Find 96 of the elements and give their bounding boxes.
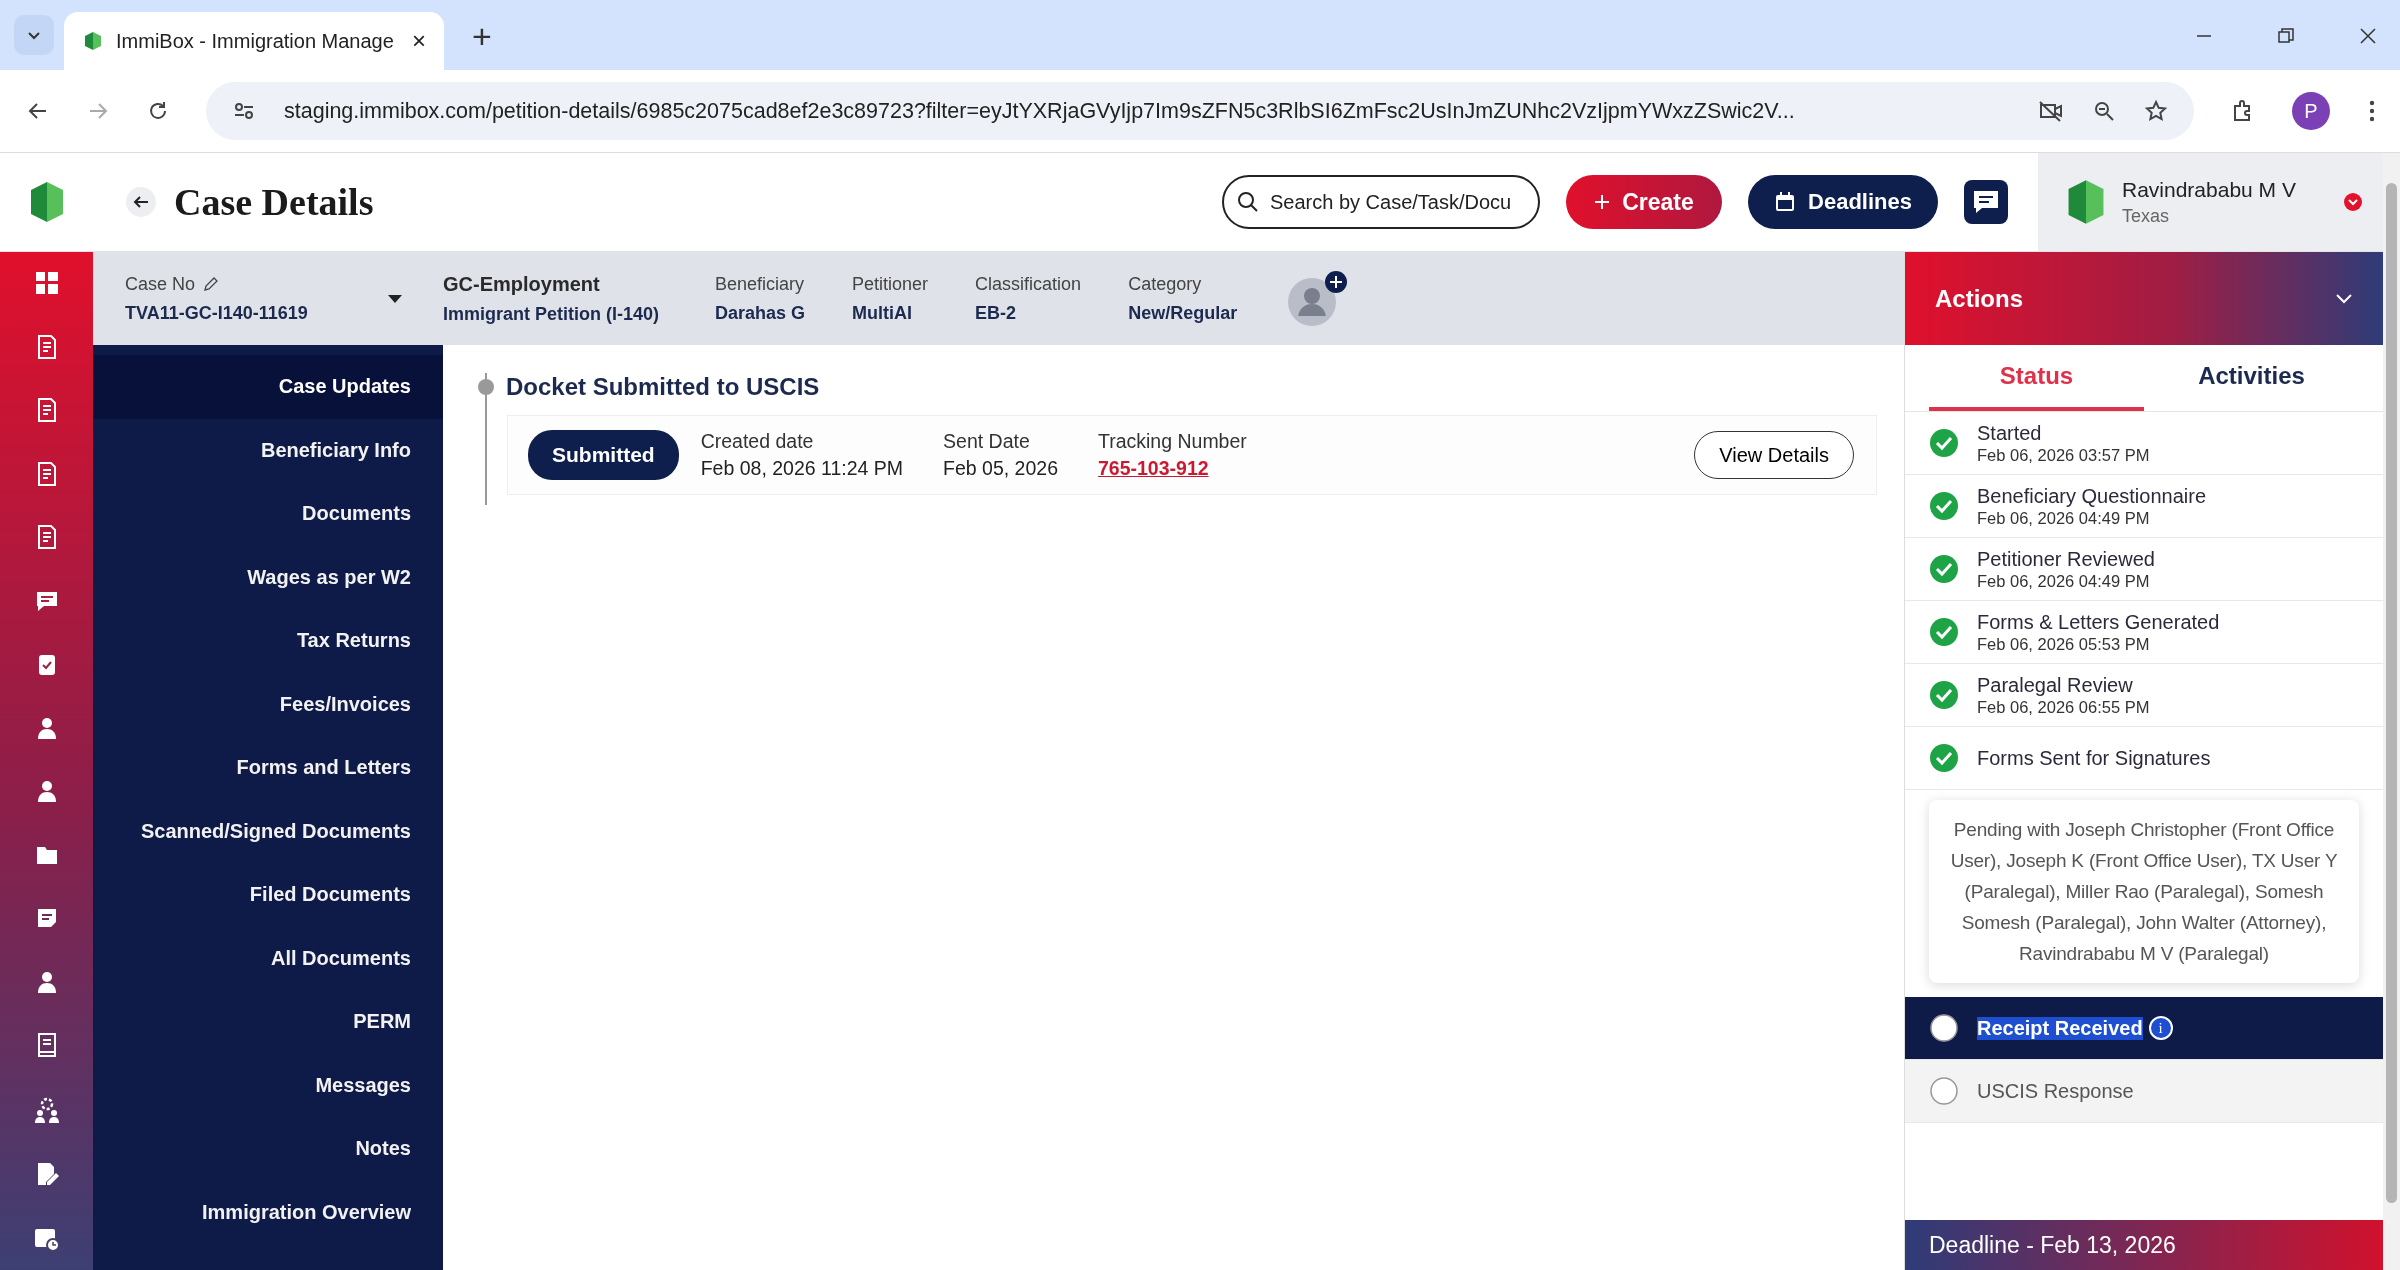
new-tab-button[interactable]: + (472, 17, 492, 56)
sent-date: Feb 05, 2026 (943, 457, 1058, 480)
sent-label: Sent Date (943, 430, 1031, 453)
calendar-icon (1774, 191, 1797, 213)
tracking-link[interactable]: 765-103-912 (1098, 457, 1247, 480)
browser-tab[interactable]: ImmiBox - Immigration Manage × (64, 12, 444, 70)
grid-icon[interactable] (33, 270, 60, 296)
status-label: USCIS Response (1977, 1079, 2134, 1103)
status-row[interactable]: Petitioner Reviewed Feb 06, 2026 04:49 PM (1905, 538, 2383, 601)
zoom-icon[interactable] (2092, 99, 2116, 123)
status-date: Feb 06, 2026 04:49 PM (1977, 571, 2151, 591)
search-field[interactable]: Search by Case/Task/Docu (1222, 175, 1540, 229)
field-label: Category (1128, 273, 1203, 295)
selected-status-row[interactable]: Receipt Received i (1905, 997, 2383, 1060)
case-no-label: Case No (125, 273, 196, 295)
field-label: Classification (975, 273, 1082, 295)
status-row[interactable]: USCIS Response (1905, 1060, 2383, 1123)
page-title: Case Details (174, 180, 374, 224)
status-label: Beneficiary Questionnaire (1977, 484, 2206, 508)
status-label: Forms Sent for Signatures (1977, 746, 2211, 770)
search-icon (1236, 190, 1260, 214)
panel-tab[interactable]: Status (1929, 345, 2144, 411)
status-label: Paralegal Review (1977, 673, 2133, 697)
tooltip: Pending with Joseph Christopher (Front Office User), Joseph K (Front Office User), TX User Y (Paralegal), Miller Rao (Paralegal), Somesh Somesh (Paralegal), John Walter (Attorney), Ravindrababu M V (Paralegal) (1929, 800, 2359, 983)
case-type: GC-Employment (443, 272, 601, 296)
pencil-icon[interactable] (203, 276, 220, 292)
status-date: Feb 06, 2026 06:55 PM (1977, 697, 2150, 717)
deadlines-button[interactable]: Deadlines (1748, 175, 1938, 229)
status-row[interactable]: Forms Sent for Signatures (1905, 727, 2383, 790)
profile-avatar[interactable]: P (2292, 92, 2330, 130)
deadline-bar: Deadline - Feb 13, 2026 (1905, 1220, 2383, 1270)
sidebar-item[interactable]: Fees/Invoices (93, 672, 411, 736)
url-text: staging.immibox.com/petition-details/6985c2075cad8ef2e3c89723?filter=eyJtYXRjaGVyIjp7Im9sZFN5c3RlbSI6ZmFsc2UsInJmZUNhc2VzIjpmYWxzZSwic2V... (284, 98, 1796, 124)
petition-type: Immigrant Petition (I-140) (443, 303, 661, 325)
sidebar-item[interactable]: Immigration Overview (93, 1180, 411, 1244)
sidebar-item[interactable]: Scanned/Signed Documents (93, 799, 411, 863)
user-name: Ravindrababu M V (2122, 177, 2297, 202)
panel-tab[interactable]: Activities (2144, 345, 2359, 411)
status-label: Receipt Received (1977, 1016, 2143, 1040)
created-label: Created date (700, 430, 815, 453)
status-label: Started (1977, 421, 2042, 445)
logo-icon (82, 30, 104, 52)
sidebar-item[interactable]: Tax Returns (93, 609, 411, 673)
sidebar-item[interactable]: Documents (93, 482, 411, 546)
sidebar-item[interactable]: Forms and Letters (93, 736, 411, 800)
dropdown-icon[interactable] (2343, 192, 2363, 212)
tab-title: ImmiBox - Immigration Manage (116, 29, 395, 53)
created-date: Feb 08, 2026 11:24 PM (700, 457, 904, 480)
field-value: EB-2 (975, 302, 1018, 324)
sidebar-item[interactable]: PERM (93, 990, 411, 1054)
field-value: MultiAI (852, 302, 914, 324)
status-date: Feb 06, 2026 05:53 PM (1977, 634, 2151, 654)
sidebar-item[interactable]: Notes (93, 1117, 411, 1181)
sidebar-item[interactable]: Case Updates (93, 355, 443, 419)
create-button[interactable]: Create (1566, 175, 1722, 229)
back-button[interactable] (126, 187, 156, 217)
docket-title: Docket Submitted to USCIS (506, 373, 820, 401)
status-row[interactable]: Paralegal Review Feb 06, 2026 06:55 PM (1905, 664, 2383, 727)
logo-icon[interactable] (28, 180, 65, 224)
close-icon[interactable] (2358, 26, 2378, 46)
status-date: Feb 06, 2026 03:57 PM (1977, 445, 2150, 465)
address-bar[interactable]: staging.immibox.com/petition-details/6985c2075cad8ef2e3c89723?filter=eyJtYXRjaGVyIjp7Im9sZFN5c3RlbSI6ZmFsc2UsInJmZUNhc2VzIjpmYWxzZSwic2V... (206, 82, 2194, 140)
chevron-down-icon (2335, 292, 2353, 305)
star-icon[interactable] (2144, 99, 2168, 123)
case-number: TVA11-GC-I140-11619 (125, 302, 309, 324)
view-details-button[interactable]: View Details (1694, 431, 1854, 479)
people-gear-icon[interactable] (32, 1095, 61, 1124)
chat-button[interactable] (1964, 180, 2008, 224)
status-row[interactable]: Forms & Letters Generated Feb 06, 2026 05:53 PM (1905, 601, 2383, 664)
field-value: New/Regular (1128, 302, 1238, 324)
sidebar-item[interactable]: Beneficiary Info (93, 418, 411, 482)
sidebar-item[interactable]: All Documents (93, 926, 411, 990)
status-badge: Submitted (528, 430, 679, 480)
caret-icon[interactable] (387, 292, 403, 305)
info-icon[interactable]: i (2148, 1016, 2173, 1040)
actions-title: Actions (1935, 284, 2023, 313)
user-location: Texas (2122, 205, 2171, 227)
status-row[interactable]: Beneficiary Questionnaire Feb 06, 2026 04:49 PM (1905, 475, 2383, 538)
field-label: Petitioner (852, 273, 929, 295)
tab-close-button[interactable]: × (412, 27, 426, 55)
field-value: Darahas G (715, 302, 806, 324)
camera-off-icon[interactable] (2038, 99, 2064, 123)
sidebar-item[interactable]: Messages (93, 1053, 411, 1117)
tracking-label: Tracking Number (1098, 430, 1247, 453)
restore-icon[interactable] (2276, 26, 2296, 46)
status-row[interactable]: Started Feb 06, 2026 03:57 PM (1905, 412, 2383, 475)
plus-icon (1594, 194, 1611, 210)
sidebar-item[interactable]: Filed Documents (93, 863, 411, 927)
field-label: Beneficiary (715, 273, 806, 295)
sidebar-item[interactable]: Wages as per W2 (93, 545, 411, 609)
actions-header[interactable]: Actions (1905, 252, 2383, 345)
company-logo-icon (2066, 178, 2106, 226)
status-date: Feb 06, 2026 04:49 PM (1977, 508, 2151, 528)
status-label: Petitioner Reviewed (1977, 547, 2155, 571)
scrollbar-thumb[interactable] (2386, 183, 2397, 1203)
status-label: Forms & Letters Generated (1977, 610, 2220, 634)
